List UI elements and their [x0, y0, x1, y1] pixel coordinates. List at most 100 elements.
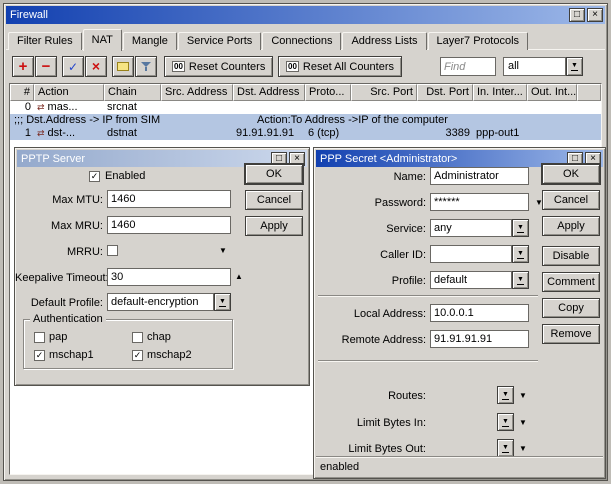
tab-address-lists[interactable]: Address Lists — [342, 32, 427, 50]
mschap1-label[interactable]: mschap1 — [49, 349, 94, 362]
nat-comment-row[interactable]: ;;; Dst.Address -> IP from SIM Action:To… — [10, 114, 601, 127]
copy-button[interactable]: Copy — [542, 298, 600, 318]
reset-all-counters-button[interactable]: 00 Reset All Counters — [278, 56, 403, 77]
pap-checkbox[interactable] — [34, 332, 45, 343]
firewall-titlebar[interactable]: Firewall □ × — [6, 6, 605, 24]
tab-service-ports[interactable]: Service Ports — [177, 32, 262, 50]
col-action[interactable]: Action — [34, 84, 104, 101]
rule-comment-action-text: Action:To Address ->IP of the computer — [257, 114, 448, 126]
filter-scope-dropdown-button[interactable]: ▼ — [566, 57, 583, 76]
mschap1-checkbox[interactable]: ✓ — [34, 350, 45, 361]
col-protocol[interactable]: Proto... — [305, 84, 351, 101]
profile-field[interactable]: default — [430, 271, 512, 289]
mschap2-checkbox[interactable]: ✓ — [132, 350, 143, 361]
chevron-down-icon: ▼ — [517, 275, 524, 285]
maximize-icon[interactable]: □ — [569, 8, 585, 22]
default-profile-field[interactable]: default-encryption — [107, 293, 214, 311]
limit-bytes-in-expand-icon[interactable]: ▼ — [519, 419, 527, 427]
keepalive-timeout-field[interactable]: 30 — [107, 268, 231, 286]
cancel-button[interactable]: Cancel — [245, 190, 303, 210]
tab-nat[interactable]: NAT — [82, 29, 122, 51]
caller-id-field[interactable] — [430, 245, 512, 263]
remove-button[interactable]: Remove — [542, 324, 600, 344]
col-dst-address[interactable]: Dst. Address — [233, 84, 305, 101]
col-chain[interactable]: Chain — [104, 84, 161, 101]
nat-rule-row-0[interactable]: 0 ⇄ mas... srcnat — [10, 101, 601, 114]
ppp-secret-title: PPP Secret <Administrator> — [320, 152, 458, 165]
comment-button[interactable] — [112, 56, 134, 77]
col-in-interface[interactable]: In. Inter... — [473, 84, 527, 101]
default-profile-dropdown-button[interactable]: ▼ — [214, 293, 231, 311]
password-field[interactable]: ****** — [430, 193, 529, 211]
profile-dropdown-button[interactable]: ▼ — [512, 271, 529, 289]
max-mru-field[interactable]: 1460 — [107, 216, 231, 234]
statusbar-separator — [316, 456, 603, 458]
reset-counters-button[interactable]: 00 Reset Counters — [164, 56, 274, 77]
disable-button[interactable]: × — [85, 56, 107, 77]
col-src-address[interactable]: Src. Address — [161, 84, 233, 101]
enabled-label[interactable]: Enabled — [105, 170, 145, 183]
mrru-label: MRRU: — [66, 246, 103, 258]
filter-scope-select[interactable]: all — [503, 57, 566, 76]
keepalive-collapse-icon[interactable]: ▲ — [235, 273, 243, 281]
separator — [318, 295, 538, 297]
chap-checkbox[interactable] — [132, 332, 143, 343]
limit-bytes-in-label: Limit Bytes In: — [356, 417, 426, 429]
enable-button[interactable]: ✓ — [62, 56, 84, 77]
find-input[interactable] — [440, 57, 496, 76]
remove-button[interactable]: − — [35, 56, 57, 77]
ok-button[interactable]: OK — [542, 164, 600, 184]
close-icon[interactable]: × — [587, 8, 603, 22]
rule-comment-text: ;;; Dst.Address -> IP from SIM — [14, 114, 161, 126]
default-profile-label: Default Profile: — [30, 297, 103, 309]
chevron-down-icon: ▼ — [517, 249, 524, 259]
tab-layer7-protocols[interactable]: Layer7 Protocols — [427, 32, 529, 50]
tab-filter-rules[interactable]: Filter Rules — [8, 32, 82, 50]
rule-src-port — [351, 127, 417, 140]
pap-label[interactable]: pap — [49, 331, 67, 344]
name-field[interactable]: Administrator — [430, 167, 529, 185]
cancel-button[interactable]: Cancel — [542, 190, 600, 210]
nat-action-icon: ⇄ — [37, 128, 45, 138]
col-out-interface[interactable]: Out. Int... — [527, 84, 577, 101]
tab-connections[interactable]: Connections — [262, 32, 342, 50]
mschap2-label[interactable]: mschap2 — [147, 349, 192, 362]
disable-button[interactable]: Disable — [542, 246, 600, 266]
mrru-expand-icon[interactable]: ▼ — [219, 247, 227, 255]
rule-dst-address: 91.91.91.91 — [236, 127, 295, 139]
service-dropdown-button[interactable]: ▼ — [512, 219, 529, 237]
nat-rule-row-1[interactable]: 1 ⇄ dst-... dstnat 91.91.91.91 6 (tcp) 33… — [10, 127, 601, 140]
authentication-group-label: Authentication — [30, 313, 106, 326]
mrru-checkbox[interactable] — [107, 245, 118, 256]
chevron-down-icon: ▼ — [219, 297, 226, 307]
routes-dropdown-button[interactable]: ▼ — [497, 386, 514, 404]
service-field[interactable]: any — [430, 219, 512, 237]
limit-bytes-in-dropdown-button[interactable]: ▼ — [497, 413, 514, 431]
apply-button[interactable]: Apply — [542, 216, 600, 236]
comment-button[interactable]: Comment — [542, 272, 600, 292]
rule-num: 1 — [24, 127, 31, 139]
add-button[interactable]: + — [12, 56, 34, 77]
limit-bytes-out-dropdown-button[interactable]: ▼ — [497, 439, 514, 457]
col-src-port[interactable]: Src. Port — [351, 84, 417, 101]
authentication-group: Authentication pap chap ✓ mschap1 ✓ msch… — [23, 313, 233, 369]
caller-id-dropdown-button[interactable]: ▼ — [512, 245, 529, 263]
rule-num: 0 — [24, 101, 31, 113]
apply-button[interactable]: Apply — [245, 216, 303, 236]
filter-button[interactable] — [135, 56, 157, 77]
checkmark-icon: ✓ — [133, 350, 142, 360]
remote-address-field[interactable]: 91.91.91.91 — [430, 330, 529, 348]
col-dst-port[interactable]: Dst. Port — [417, 84, 473, 101]
limit-bytes-out-expand-icon[interactable]: ▼ — [519, 445, 527, 453]
max-mtu-field[interactable]: 1460 — [107, 190, 231, 208]
reset-all-counters-label: Reset All Counters — [302, 60, 395, 73]
chap-label[interactable]: chap — [147, 331, 171, 344]
col-num[interactable]: # — [10, 84, 34, 101]
ok-button[interactable]: OK — [245, 164, 303, 184]
status-text: enabled — [320, 461, 360, 473]
local-address-field[interactable]: 10.0.0.1 — [430, 304, 529, 322]
tab-mangle[interactable]: Mangle — [122, 32, 177, 50]
enabled-checkbox[interactable]: ✓ — [89, 171, 100, 182]
routes-expand-icon[interactable]: ▼ — [519, 392, 527, 400]
rule-chain: srcnat — [107, 101, 137, 113]
